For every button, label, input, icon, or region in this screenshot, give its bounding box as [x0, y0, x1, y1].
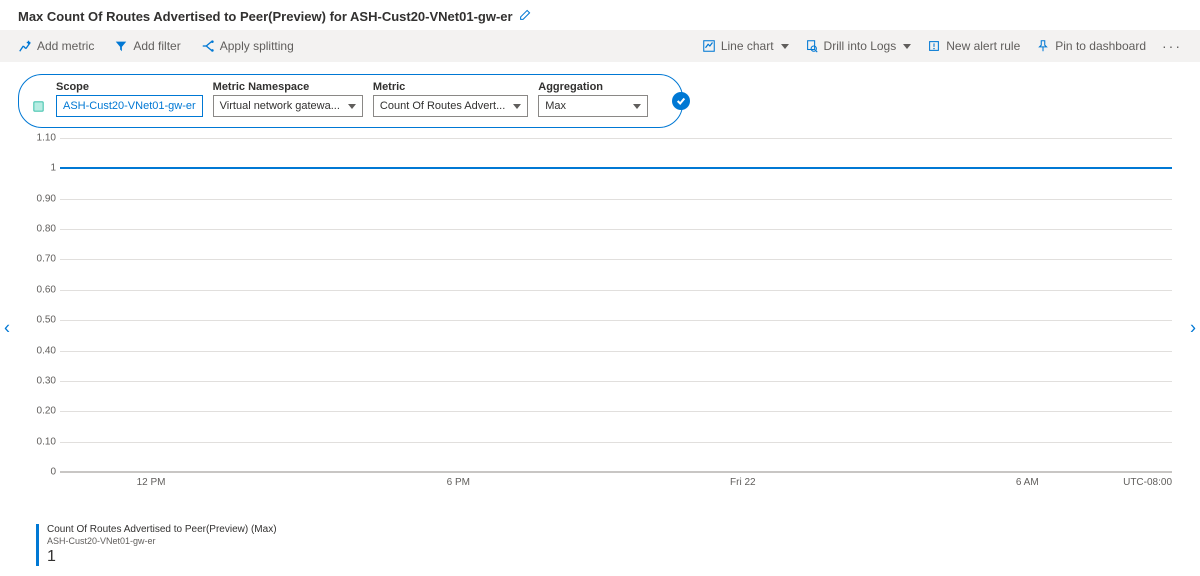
y-axis-tick: 0.50 — [34, 315, 56, 326]
metric-label: Metric — [373, 81, 528, 93]
plot-canvas[interactable] — [60, 138, 1172, 472]
edit-icon[interactable] — [519, 8, 532, 24]
namespace-label: Metric Namespace — [213, 81, 363, 93]
scope-value: ASH-Cust20-VNet01-gw-er — [63, 96, 196, 116]
namespace-value: Virtual network gatewa... — [220, 96, 340, 116]
scope-select[interactable]: ASH-Cust20-VNet01-gw-er — [56, 95, 203, 117]
line-chart-dropdown[interactable]: Line chart — [702, 39, 789, 53]
x-axis-tick: 6 PM — [447, 477, 470, 488]
more-icon[interactable]: ··· — [1162, 38, 1182, 54]
toolbar: Add metric Add filter Apply splitting Li… — [0, 30, 1200, 62]
x-axis-tick: 6 AM — [1016, 477, 1039, 488]
add-filter-button[interactable]: Add filter — [114, 39, 180, 53]
resource-icon — [31, 99, 46, 117]
aggregation-select[interactable]: Max — [538, 95, 648, 117]
series-line — [60, 167, 1172, 169]
y-axis-tick: 0.30 — [34, 375, 56, 386]
aggregation-value: Max — [545, 96, 566, 116]
add-metric-label: Add metric — [37, 39, 94, 53]
metric-config-pill: Scope ASH-Cust20-VNet01-gw-er Metric Nam… — [18, 74, 1182, 128]
chevron-down-icon — [633, 104, 641, 109]
metric-value: Count Of Routes Advert... — [380, 96, 505, 116]
y-axis-tick: 1 — [34, 163, 56, 174]
new-alert-rule-button[interactable]: New alert rule — [927, 39, 1020, 53]
chevron-down-icon — [903, 44, 911, 49]
chevron-down-icon — [781, 44, 789, 49]
line-chart-label: Line chart — [721, 39, 774, 53]
metric-select[interactable]: Count Of Routes Advert... — [373, 95, 528, 117]
y-axis-tick: 0 — [34, 467, 56, 478]
new-alert-label: New alert rule — [946, 39, 1020, 53]
y-axis-tick: 0.60 — [34, 284, 56, 295]
y-axis-tick: 0.10 — [34, 436, 56, 447]
add-metric-button[interactable]: Add metric — [18, 39, 94, 53]
apply-splitting-label: Apply splitting — [220, 39, 294, 53]
pin-to-dashboard-button[interactable]: Pin to dashboard — [1036, 39, 1146, 53]
timezone-label: UTC-08:00 — [1123, 477, 1172, 488]
apply-splitting-button[interactable]: Apply splitting — [201, 39, 294, 53]
y-axis-tick: 0.90 — [34, 193, 56, 204]
y-axis-tick: 0.40 — [34, 345, 56, 356]
drill-into-logs-dropdown[interactable]: Drill into Logs — [805, 39, 912, 53]
y-axis-tick: 0.20 — [34, 406, 56, 417]
legend-series-label: Count Of Routes Advertised to Peer(Previ… — [47, 524, 277, 536]
page-title: Max Count Of Routes Advertised to Peer(P… — [18, 9, 513, 24]
legend[interactable]: Count Of Routes Advertised to Peer(Previ… — [36, 524, 1200, 566]
pin-dashboard-label: Pin to dashboard — [1055, 39, 1146, 53]
y-axis-tick: 1.10 — [34, 133, 56, 144]
legend-series-value: 1 — [47, 547, 277, 566]
chart-area: ‹ › 1.1010.900.800.700.600.500.400.300.2… — [6, 138, 1194, 518]
x-axis-tick: Fri 22 — [730, 477, 756, 488]
namespace-select[interactable]: Virtual network gatewa... — [213, 95, 363, 117]
next-time-arrow[interactable]: › — [1190, 318, 1196, 339]
legend-series-sub: ASH-Cust20-VNet01-gw-er — [47, 536, 277, 547]
y-axis-tick: 0.80 — [34, 224, 56, 235]
add-filter-label: Add filter — [133, 39, 180, 53]
aggregation-label: Aggregation — [538, 81, 648, 93]
prev-time-arrow[interactable]: ‹ — [4, 318, 10, 339]
chevron-down-icon — [348, 104, 356, 109]
x-axis-tick: 12 PM — [137, 477, 166, 488]
scope-label: Scope — [56, 81, 203, 93]
chevron-down-icon — [513, 104, 521, 109]
legend-color-swatch — [36, 524, 39, 566]
drill-logs-label: Drill into Logs — [824, 39, 897, 53]
y-axis-tick: 0.70 — [34, 254, 56, 265]
check-icon[interactable] — [672, 92, 690, 110]
